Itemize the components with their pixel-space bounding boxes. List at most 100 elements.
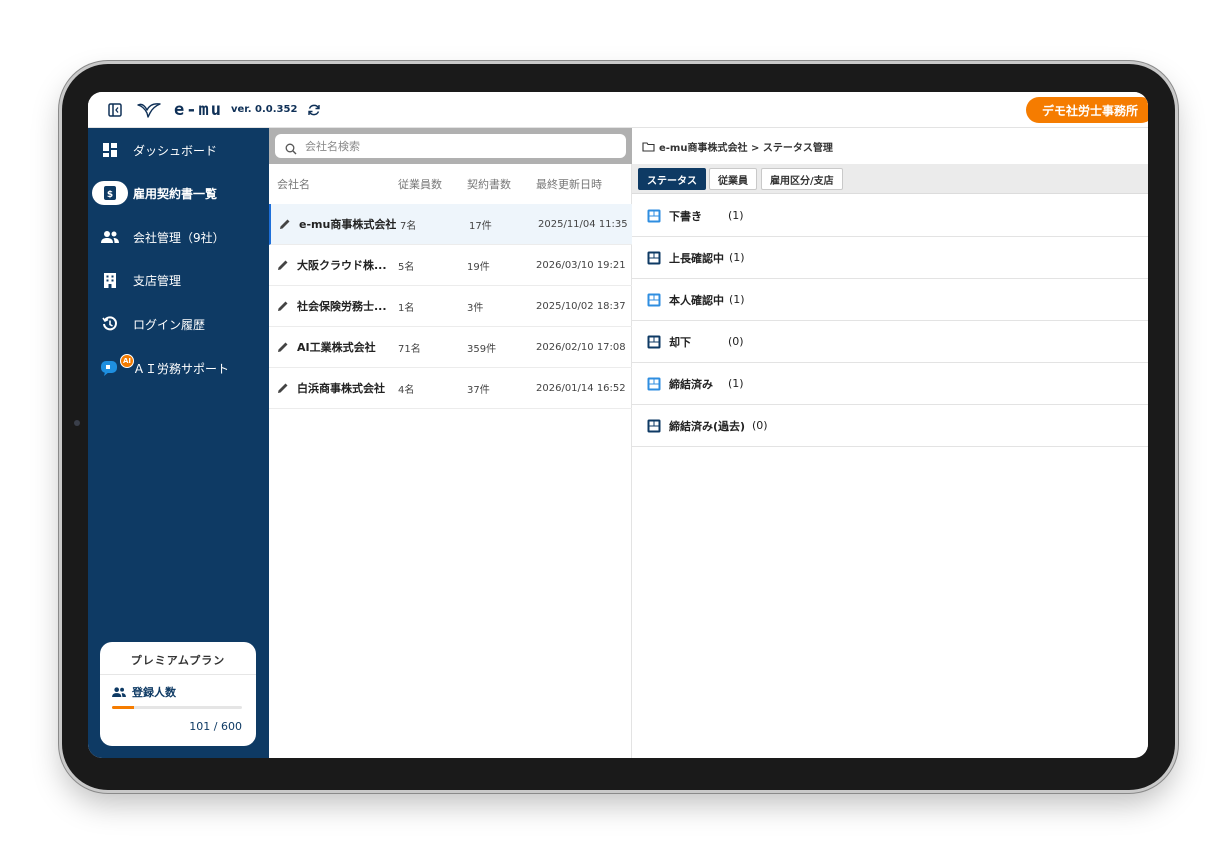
updated-at: 2026/02/10 17:08 bbox=[536, 341, 626, 353]
people-icon bbox=[112, 687, 126, 697]
sidebar-item-label: 会社管理（9社） bbox=[133, 230, 225, 245]
sidebar-item-label: 雇用契約書一覧 bbox=[133, 186, 218, 201]
office-badge[interactable]: デモ社労士事務所 bbox=[1025, 97, 1148, 123]
top-bar: e-mu ver. 0.0.352 デモ社労士事務所 bbox=[88, 92, 1148, 128]
sidebar-item-ai-support[interactable]: AI ＡＩ労務サポート bbox=[88, 350, 269, 386]
status-label: 却下 bbox=[669, 335, 691, 349]
sidebar-item-label: ログイン履歴 bbox=[133, 317, 206, 332]
status-count: (0) bbox=[752, 419, 768, 432]
camera-dot bbox=[74, 420, 80, 426]
registered-users-label: 登録人数 bbox=[132, 686, 176, 699]
sidebar-item-label: 支店管理 bbox=[133, 273, 182, 288]
company-name-cell: AI工業株式会社 bbox=[277, 327, 395, 367]
plan-title: プレミアムプラン bbox=[130, 654, 226, 667]
sidebar-collapse-icon[interactable] bbox=[108, 102, 122, 117]
tab-employees[interactable]: 従業員 bbox=[709, 168, 757, 190]
sidebar-item-dashboard[interactable]: ダッシュボード bbox=[88, 132, 269, 168]
contract-icon: $ bbox=[92, 181, 128, 205]
tablet-frame: e-mu ver. 0.0.352 デモ社労士事務所 ダッシュボード $ 雇用契… bbox=[62, 64, 1175, 790]
bird-logo-icon bbox=[136, 100, 162, 120]
contract-count: 19件 bbox=[467, 261, 490, 273]
tab-bar: ステータス 従業員 雇用区分/支店 bbox=[632, 164, 1148, 194]
sidebar: ダッシュボード $ 雇用契約書一覧 会社管理（9社） 支店管理 ログイン履歴 A… bbox=[88, 128, 269, 758]
status-row-rejected[interactable]: 却下 (0) bbox=[632, 321, 1148, 363]
company-name: e-mu商事株式会社 bbox=[299, 218, 397, 231]
status-row-self-review[interactable]: 本人確認中 (1) bbox=[632, 279, 1148, 321]
header-company-name[interactable]: 会社名 bbox=[277, 164, 395, 204]
list-header: 会社名 従業員数 契約書数 最終更新日時 bbox=[269, 164, 632, 204]
updated-at: 2026/01/14 16:52 bbox=[536, 382, 626, 394]
pencil-icon[interactable] bbox=[277, 259, 289, 271]
status-row-manager-review[interactable]: 上長確認中 (1) bbox=[632, 237, 1148, 279]
employee-count: 71名 bbox=[398, 343, 421, 355]
dashboard-icon bbox=[100, 140, 120, 160]
status-label: 上長確認中 bbox=[669, 251, 724, 265]
usage-count: 101 / 600 bbox=[189, 720, 242, 733]
contract-count: 359件 bbox=[467, 343, 497, 355]
people-icon bbox=[100, 227, 120, 247]
company-name: AI工業株式会社 bbox=[297, 341, 376, 354]
search-box[interactable] bbox=[275, 134, 626, 158]
history-icon bbox=[100, 314, 120, 334]
search-icon bbox=[285, 140, 297, 155]
tab-employment-branch[interactable]: 雇用区分/支店 bbox=[761, 168, 843, 190]
status-count: (0) bbox=[728, 335, 744, 348]
contract-count: 37件 bbox=[467, 384, 490, 396]
company-name: 大阪クラウド株... bbox=[297, 259, 387, 272]
registered-users: 登録人数 bbox=[112, 684, 176, 700]
status-label: 締結済み bbox=[669, 377, 713, 391]
updated-at: 2026/03/10 19:21 bbox=[536, 259, 626, 271]
pencil-icon[interactable] bbox=[279, 218, 291, 230]
company-name-cell: 社会保険労務士... bbox=[277, 286, 395, 326]
employee-count: 7名 bbox=[400, 220, 417, 232]
status-label: 本人確認中 bbox=[669, 293, 724, 307]
status-count: (1) bbox=[729, 293, 745, 306]
company-name-cell: 大阪クラウド株... bbox=[277, 245, 395, 285]
header-contracts[interactable]: 契約書数 bbox=[467, 164, 527, 204]
company-row[interactable]: AI工業株式会社 71名 359件 2026/02/10 17:08 bbox=[269, 327, 632, 368]
company-row[interactable]: 社会保険労務士... 1名 3件 2025/10/02 18:37 bbox=[269, 286, 632, 327]
pencil-icon[interactable] bbox=[277, 300, 289, 312]
contract-count: 3件 bbox=[467, 302, 484, 314]
company-row[interactable]: e-mu商事株式会社 7名 17件 2025/11/04 11:35 bbox=[269, 204, 632, 245]
usage-progress-bar bbox=[112, 706, 242, 709]
header-updated[interactable]: 最終更新日時 bbox=[536, 164, 630, 204]
employee-count: 5名 bbox=[398, 261, 415, 273]
building-icon bbox=[100, 270, 120, 290]
pencil-icon[interactable] bbox=[277, 341, 289, 353]
updated-at: 2025/11/04 11:35 bbox=[538, 218, 628, 230]
plan-divider bbox=[100, 674, 256, 675]
status-row-draft[interactable]: 下書き (1) bbox=[632, 195, 1148, 237]
company-row[interactable]: 大阪クラウド株... 5名 19件 2026/03/10 19:21 bbox=[269, 245, 632, 286]
sidebar-item-login-history[interactable]: ログイン履歴 bbox=[88, 306, 269, 342]
status-row-signed[interactable]: 締結済み (1) bbox=[632, 363, 1148, 405]
app-name: e-mu bbox=[174, 99, 223, 120]
search-input[interactable] bbox=[305, 139, 605, 153]
sidebar-item-branches[interactable]: 支店管理 bbox=[88, 262, 269, 298]
company-name: 社会保険労務士... bbox=[297, 300, 387, 313]
ai-badge: AI bbox=[120, 354, 134, 368]
search-bar bbox=[269, 128, 632, 164]
company-name-cell: 白浜商事株式会社 bbox=[277, 368, 395, 408]
status-count: (1) bbox=[729, 251, 745, 264]
tab-status[interactable]: ステータス bbox=[638, 168, 706, 190]
status-board-icon bbox=[647, 209, 661, 222]
status-board-icon bbox=[647, 251, 661, 264]
refresh-icon[interactable] bbox=[307, 103, 321, 117]
plan-card: プレミアムプラン 登録人数 101 / 600 bbox=[100, 642, 256, 746]
status-label: 締結済み(過去) bbox=[669, 419, 746, 433]
chat-icon: AI bbox=[100, 354, 134, 378]
company-name: 白浜商事株式会社 bbox=[297, 382, 385, 395]
status-board-icon bbox=[647, 293, 661, 306]
sidebar-item-companies[interactable]: 会社管理（9社） bbox=[88, 219, 269, 255]
company-row[interactable]: 白浜商事株式会社 4名 37件 2026/01/14 16:52 bbox=[269, 368, 632, 409]
sidebar-item-contracts[interactable]: $ 雇用契約書一覧 bbox=[88, 175, 269, 211]
employee-count: 1名 bbox=[398, 302, 415, 314]
status-row-signed-past[interactable]: 締結済み(過去) (0) bbox=[632, 405, 1148, 447]
header-employees[interactable]: 従業員数 bbox=[398, 164, 458, 204]
pencil-icon[interactable] bbox=[277, 382, 289, 394]
company-name-cell: e-mu商事株式会社 bbox=[279, 204, 397, 244]
breadcrumb-text[interactable]: e-mu商事株式会社 > ステータス管理 bbox=[659, 139, 833, 154]
svg-text:$: $ bbox=[107, 190, 113, 200]
sidebar-item-label: ダッシュボード bbox=[133, 143, 218, 158]
